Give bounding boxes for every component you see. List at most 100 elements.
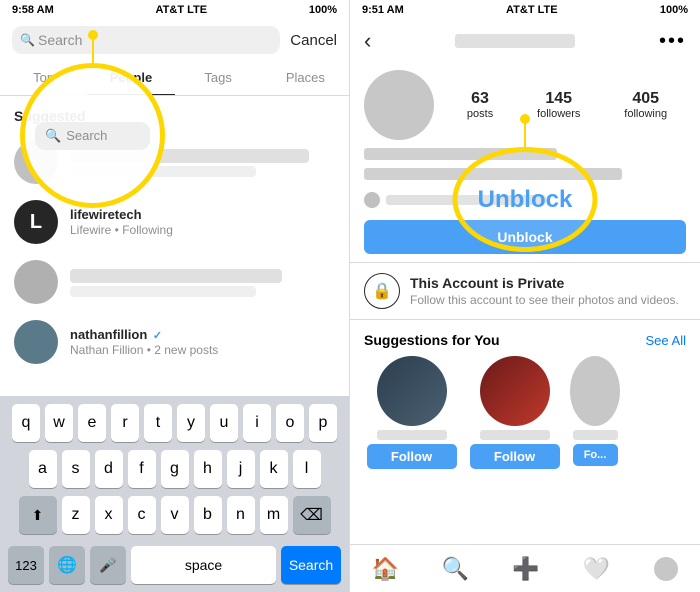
key-g[interactable]: g bbox=[161, 450, 189, 488]
key-z[interactable]: z bbox=[62, 496, 90, 534]
key-h[interactable]: h bbox=[194, 450, 222, 488]
key-p[interactable]: p bbox=[309, 404, 337, 442]
key-j[interactable]: j bbox=[227, 450, 255, 488]
unblock-button[interactable]: Unblock bbox=[364, 220, 686, 254]
follower-avatar-1 bbox=[364, 192, 380, 208]
left-carrier: AT&T LTE bbox=[156, 4, 208, 16]
key-w[interactable]: w bbox=[45, 404, 73, 442]
key-u[interactable]: u bbox=[210, 404, 238, 442]
key-v[interactable]: v bbox=[161, 496, 189, 534]
posts-stat[interactable]: 63 posts bbox=[467, 90, 493, 120]
follow-button-3[interactable]: Fo... bbox=[573, 444, 618, 466]
more-options-button[interactable]: ••• bbox=[659, 30, 686, 53]
nav-profile-avatar[interactable] bbox=[654, 557, 678, 581]
left-time: 9:58 AM bbox=[12, 4, 54, 16]
key-x[interactable]: x bbox=[95, 496, 123, 534]
suggestions-row: Follow Follow Fo... bbox=[350, 356, 700, 469]
see-all-link[interactable]: See All bbox=[646, 333, 686, 348]
right-status-bar: 9:51 AM AT&T LTE 100% bbox=[350, 0, 700, 20]
tab-top[interactable]: Top bbox=[0, 60, 87, 95]
key-m[interactable]: m bbox=[260, 496, 288, 534]
key-delete[interactable]: ⌫ bbox=[293, 496, 331, 534]
suggested-header: Suggested bbox=[0, 96, 349, 132]
key-r[interactable]: r bbox=[111, 404, 139, 442]
key-y[interactable]: y bbox=[177, 404, 205, 442]
avatar bbox=[14, 140, 58, 184]
keyboard-row-1: q w e r t y u i o p bbox=[4, 404, 345, 442]
person-info bbox=[70, 147, 335, 177]
keyboard-row-3: ⬆ z x c v b n m ⌫ bbox=[4, 496, 345, 534]
person-info: lifewiretech Lifewire • Following bbox=[70, 207, 335, 237]
key-b[interactable]: b bbox=[194, 496, 222, 534]
follow-button-2[interactable]: Follow bbox=[470, 444, 560, 469]
profile-stats: 63 posts 145 followers 405 following bbox=[448, 90, 686, 120]
nav-search[interactable]: 🔍 bbox=[443, 556, 469, 582]
key-n[interactable]: n bbox=[227, 496, 255, 534]
left-battery: 100% bbox=[309, 4, 337, 16]
keyboard-search-button[interactable]: Search bbox=[281, 546, 341, 584]
profile-header: 63 posts 145 followers 405 following bbox=[350, 62, 700, 148]
avatar: L bbox=[14, 200, 58, 244]
tab-tags[interactable]: Tags bbox=[175, 60, 262, 95]
key-globe[interactable]: 🌐 bbox=[49, 546, 85, 584]
nav-home[interactable]: 🏠 bbox=[372, 556, 398, 582]
followers-label: followers bbox=[537, 108, 580, 120]
key-number[interactable]: 123 bbox=[8, 546, 44, 584]
key-shift[interactable]: ⬆ bbox=[19, 496, 57, 534]
list-item[interactable] bbox=[0, 132, 349, 192]
following-stat[interactable]: 405 following bbox=[624, 90, 667, 120]
avatar bbox=[14, 320, 58, 364]
right-battery: 100% bbox=[660, 4, 688, 16]
avatar bbox=[14, 260, 58, 304]
search-input[interactable]: Search bbox=[12, 26, 280, 54]
key-mic[interactable]: 🎤 bbox=[90, 546, 126, 584]
right-carrier: AT&T LTE bbox=[506, 4, 558, 16]
search-icon: 🔍 bbox=[20, 33, 35, 47]
suggestion-avatar-1 bbox=[377, 356, 447, 426]
tab-places[interactable]: Places bbox=[262, 60, 349, 95]
key-a[interactable]: a bbox=[29, 450, 57, 488]
follow-button-1[interactable]: Follow bbox=[367, 444, 457, 469]
keyboard: q w e r t y u i o p a s d f g h j k l ⬆ … bbox=[0, 396, 349, 592]
username: lifewiretech bbox=[70, 207, 335, 222]
key-k[interactable]: k bbox=[260, 450, 288, 488]
profile-bio-blur bbox=[364, 168, 622, 180]
profile-avatar bbox=[364, 70, 434, 140]
tab-people[interactable]: People bbox=[87, 60, 174, 95]
key-l[interactable]: l bbox=[293, 450, 321, 488]
search-input-wrapper[interactable]: 🔍 Search bbox=[12, 26, 280, 54]
key-i[interactable]: i bbox=[243, 404, 271, 442]
left-panel: 9:58 AM AT&T LTE 100% 🔍 Search Cancel To… bbox=[0, 0, 350, 592]
back-button[interactable]: ‹ bbox=[364, 28, 371, 54]
suggestion-avatar-2 bbox=[480, 356, 550, 426]
list-item[interactable] bbox=[0, 252, 349, 312]
nav-add[interactable]: ➕ bbox=[513, 556, 539, 582]
suggestions-header: Suggestions for You See All bbox=[350, 320, 700, 356]
key-d[interactable]: d bbox=[95, 450, 123, 488]
list-item[interactable]: L lifewiretech Lifewire • Following bbox=[0, 192, 349, 252]
key-f[interactable]: f bbox=[128, 450, 156, 488]
suggestion-name-1 bbox=[377, 430, 447, 440]
tabs-bar: Top People Tags Places bbox=[0, 60, 349, 96]
key-q[interactable]: q bbox=[12, 404, 40, 442]
key-o[interactable]: o bbox=[276, 404, 304, 442]
nav-heart[interactable]: 🤍 bbox=[583, 556, 609, 582]
key-c[interactable]: c bbox=[128, 496, 156, 534]
key-s[interactable]: s bbox=[62, 450, 90, 488]
person-info: nathanfillion ✓ Nathan Fillion • 2 new p… bbox=[70, 327, 335, 357]
followers-count: 145 bbox=[545, 90, 572, 108]
username: nathanfillion ✓ bbox=[70, 327, 335, 342]
following-label: following bbox=[624, 108, 667, 120]
suggestion-card-3: Fo... bbox=[570, 356, 620, 469]
key-t[interactable]: t bbox=[144, 404, 172, 442]
person-sub: Nathan Fillion • 2 new posts bbox=[70, 343, 335, 357]
profile-name-section bbox=[364, 148, 686, 184]
key-e[interactable]: e bbox=[78, 404, 106, 442]
cancel-button[interactable]: Cancel bbox=[290, 32, 337, 49]
list-item[interactable]: nathanfillion ✓ Nathan Fillion • 2 new p… bbox=[0, 312, 349, 372]
private-title: This Account is Private bbox=[410, 275, 679, 291]
followers-stat[interactable]: 145 followers bbox=[537, 90, 580, 120]
suggestions-title: Suggestions for You bbox=[364, 332, 500, 348]
key-space[interactable]: space bbox=[131, 546, 276, 584]
private-account-text: This Account is Private Follow this acco… bbox=[410, 275, 679, 307]
